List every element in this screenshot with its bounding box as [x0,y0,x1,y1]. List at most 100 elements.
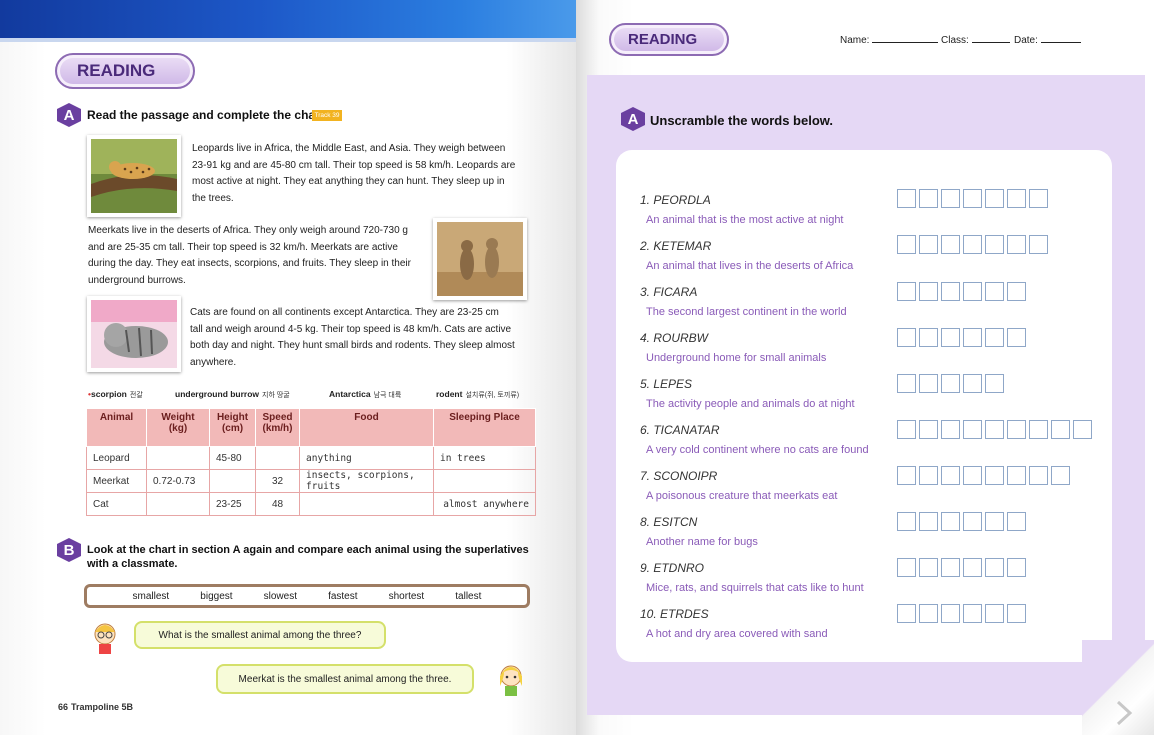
cell-sleeping-place: almost anywhere [433,492,536,516]
letter-box[interactable] [963,604,982,623]
unscramble-item: 8. ESITCN Another name for bugs [640,515,900,548]
letter-box[interactable] [897,189,916,208]
letter-box[interactable] [1007,235,1026,254]
letter-box[interactable] [963,374,982,393]
cell-weight[interactable] [146,492,210,516]
letter-box[interactable] [985,512,1004,531]
cell-animal: Meerkat [86,469,147,493]
letter-box[interactable] [897,328,916,347]
next-page-arrow-icon[interactable] [1110,698,1138,728]
letter-box[interactable] [941,282,960,301]
letter-box[interactable] [941,512,960,531]
unscramble-item: 2. KETEMAR An animal that lives in the de… [640,239,900,272]
letter-box[interactable] [897,604,916,623]
letter-box[interactable] [919,558,938,577]
letter-box[interactable] [919,328,938,347]
table-row: Meerkat 0.72-0.73 32 insects, scorpions,… [86,469,536,493]
name-field[interactable]: Name: [840,35,939,46]
letter-box[interactable] [919,512,938,531]
letter-box[interactable] [941,189,960,208]
track-badge[interactable]: Track 39 [312,110,342,121]
letter-box[interactable] [985,420,1004,439]
letter-box[interactable] [897,235,916,254]
word-hint: The activity people and animals do at ni… [646,398,855,410]
header-animal: Animal [86,408,147,447]
letter-box[interactable] [1029,235,1048,254]
letter-box[interactable] [897,466,916,485]
word-hint: A hot and dry area covered with sand [646,628,828,640]
letter-box[interactable] [897,420,916,439]
date-field[interactable]: Date: [1014,35,1081,46]
letter-box[interactable] [1073,420,1092,439]
letter-box[interactable] [985,466,1004,485]
class-field[interactable]: Class: [941,35,1010,46]
letter-box[interactable] [1007,466,1026,485]
letter-box[interactable] [941,604,960,623]
cell-height[interactable] [209,469,256,493]
answer-bubble: Meerkat is the smallest animal among the… [216,664,474,694]
table-row: Leopard 45-80 anything in trees [86,446,536,470]
unscramble-item: 9. ETDNRO Mice, rats, and squirrels that … [640,561,900,594]
letter-box[interactable] [963,282,982,301]
letter-box[interactable] [941,466,960,485]
letter-box[interactable] [1007,604,1026,623]
cell-animal: Cat [86,492,147,516]
cell-sleeping-place[interactable] [433,469,536,493]
letter-box[interactable] [1007,420,1026,439]
cell-animal: Leopard [86,446,147,470]
cell-weight[interactable] [146,446,210,470]
letter-box[interactable] [985,235,1004,254]
letter-box[interactable] [1029,189,1048,208]
letter-box[interactable] [1051,420,1070,439]
letter-box[interactable] [1029,466,1048,485]
letter-box[interactable] [1029,420,1048,439]
leopard-photo [87,135,181,217]
letter-box[interactable] [985,558,1004,577]
letter-box[interactable] [941,558,960,577]
letter-box[interactable] [919,420,938,439]
letter-box[interactable] [919,374,938,393]
letter-box[interactable] [919,235,938,254]
letter-box[interactable] [897,374,916,393]
letter-box[interactable] [919,189,938,208]
scrambled-word: 6. TICANATAR [640,423,720,437]
letter-box[interactable] [941,420,960,439]
letter-box[interactable] [1007,328,1026,347]
letter-box[interactable] [1007,189,1026,208]
letter-box[interactable] [941,328,960,347]
letter-box[interactable] [1051,466,1070,485]
letter-box[interactable] [963,512,982,531]
letter-box[interactable] [941,374,960,393]
letter-box[interactable] [897,512,916,531]
letter-box[interactable] [963,328,982,347]
letter-box[interactable] [1007,282,1026,301]
answer-boxes [897,374,1004,393]
letter-box[interactable] [985,604,1004,623]
letter-box[interactable] [963,235,982,254]
unscramble-item: 5. LEPES The activity people and animals … [640,377,900,410]
letter-box[interactable] [963,558,982,577]
letter-box[interactable] [963,420,982,439]
cell-speed[interactable] [255,446,300,470]
cell-food[interactable] [299,492,434,516]
glossary-underground-burrow: underground burrow 지하 땅굴 [175,389,290,399]
letter-box[interactable] [919,604,938,623]
letter-box[interactable] [897,558,916,577]
letter-box[interactable] [1007,512,1026,531]
cell-weight: 0.72-0.73 [146,469,210,493]
letter-box[interactable] [985,189,1004,208]
letter-box[interactable] [897,282,916,301]
cell-speed: 32 [255,469,300,493]
chart-header-row: Animal Weight (kg) Height (cm) Speed (km/h)… [86,408,536,447]
cell-speed: 48 [255,492,300,516]
unscramble-item: 3. FICARA The second largest continent in… [640,285,900,318]
letter-box[interactable] [919,282,938,301]
letter-box[interactable] [919,466,938,485]
letter-box[interactable] [941,235,960,254]
letter-box[interactable] [1007,558,1026,577]
letter-box[interactable] [963,189,982,208]
letter-box[interactable] [963,466,982,485]
letter-box[interactable] [985,374,1004,393]
letter-box[interactable] [985,328,1004,347]
letter-box[interactable] [985,282,1004,301]
